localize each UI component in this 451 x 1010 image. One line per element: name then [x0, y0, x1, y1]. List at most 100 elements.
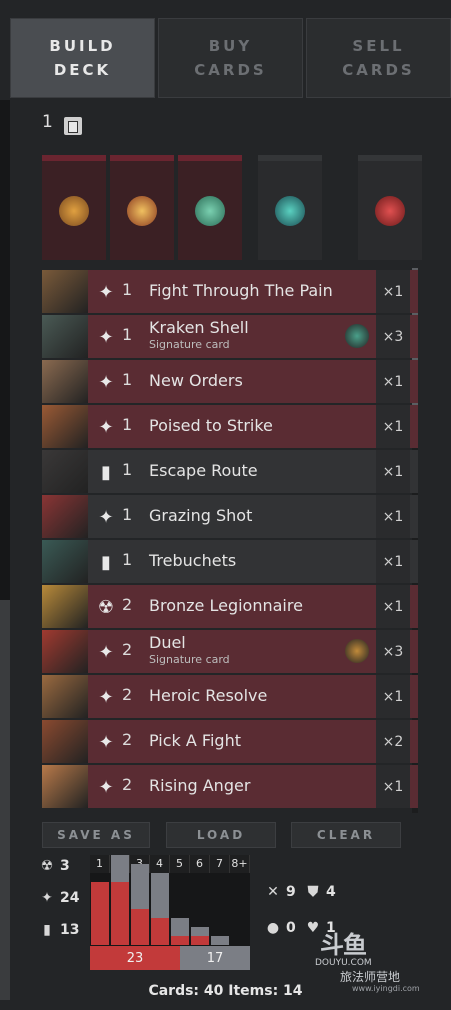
- spell-icon: ✦: [98, 686, 114, 708]
- hero-slot-1[interactable]: [42, 155, 106, 260]
- shield-icon: ⛊: [307, 884, 319, 900]
- spell-icon: ✦: [98, 416, 114, 438]
- card-art-thumbnail: [42, 405, 88, 448]
- curve-cost-label: 5: [170, 855, 190, 873]
- tab-buy-cards[interactable]: BUY CARDS: [158, 18, 303, 98]
- curve-cost-label: 7: [210, 855, 230, 873]
- card-cost: 1: [122, 460, 133, 479]
- card-name: Trebuchets: [149, 551, 237, 570]
- card-quantity: ×3: [376, 315, 410, 358]
- curve-cost-label: 6: [190, 855, 210, 873]
- card-name: Kraken Shell: [149, 318, 249, 337]
- card-art-thumbnail: [42, 540, 88, 583]
- card-cost: 1: [122, 550, 133, 569]
- mana-curve: 12345678+2317: [90, 855, 250, 970]
- deck-tabs: BUILD DECK BUY CARDS SELL CARDS: [10, 18, 451, 98]
- card-name: Duel: [149, 633, 186, 652]
- card-row[interactable]: ✦ 1 Grazing Shot ×1: [42, 495, 418, 538]
- card-quantity: ×1: [376, 405, 410, 448]
- save-as-button[interactable]: SAVE AS: [42, 822, 150, 848]
- card-art-thumbnail: [42, 315, 88, 358]
- curve-bar-grey: [151, 873, 169, 918]
- card-name: Rising Anger: [149, 776, 251, 795]
- improvement-icon: ▮: [101, 461, 111, 483]
- spell-icon: ✦: [98, 281, 114, 303]
- card-cost: 2: [122, 640, 133, 659]
- card-cost: 1: [122, 505, 133, 524]
- curve-bar-grey: [111, 855, 129, 882]
- hero-slot-3[interactable]: [178, 155, 242, 260]
- spell-icon: ✦: [41, 890, 53, 906]
- douyu-watermark-text: DOUYU.COM: [315, 958, 372, 968]
- item-consumable-value: 0: [286, 920, 296, 936]
- hero-slot-5[interactable]: [358, 155, 422, 260]
- tab-sell-cards[interactable]: SELL CARDS: [306, 18, 451, 98]
- hero-slot-2[interactable]: [110, 155, 174, 260]
- item-weapon-count: ✕ 9: [266, 884, 296, 900]
- creep-icon: ☢: [97, 596, 115, 618]
- card-cost: 2: [122, 775, 133, 794]
- curve-bar-red: [171, 936, 189, 945]
- card-quantity: ×1: [376, 360, 410, 403]
- card-list: ✦ 1 Fight Through The Pain ×1 ✦ 1 Kraken Shell…: [42, 270, 418, 812]
- spell-count: ✦ 24: [40, 890, 79, 906]
- card-row[interactable]: ✦ 2 Duel Signature card ×3: [42, 630, 418, 673]
- card-cost: 2: [122, 595, 133, 614]
- spell-count-value: 24: [60, 890, 80, 906]
- card-name: Heroic Resolve: [149, 686, 268, 705]
- drop-icon: ●: [266, 920, 280, 936]
- card-cost: 1: [122, 415, 133, 434]
- card-quantity: ×1: [376, 270, 410, 313]
- card-row[interactable]: ✦ 1 Kraken Shell Signature card ×3: [42, 315, 418, 358]
- left-scrollbar[interactable]: [0, 600, 10, 1000]
- load-button[interactable]: LOAD: [166, 822, 276, 848]
- tab-build-deck[interactable]: BUILD DECK: [10, 18, 155, 98]
- card-row[interactable]: ✦ 1 New Orders ×1: [42, 360, 418, 403]
- card-art-thumbnail: [42, 360, 88, 403]
- card-quantity: ×1: [376, 585, 410, 628]
- card-name: Grazing Shot: [149, 506, 253, 525]
- card-row[interactable]: ✦ 2 Rising Anger ×1: [42, 765, 418, 808]
- improvement-count-value: 13: [60, 922, 80, 938]
- creep-icon: ☢: [40, 858, 54, 874]
- hero-slot-4[interactable]: [258, 155, 322, 260]
- card-row[interactable]: ✦ 2 Pick A Fight ×2: [42, 720, 418, 763]
- card-row[interactable]: ☢ 2 Bronze Legionnaire ×1: [42, 585, 418, 628]
- curve-red-total: 23: [90, 946, 180, 970]
- curve-cost-label: 4: [150, 855, 170, 873]
- improvement-count: ▮ 13: [40, 922, 79, 938]
- card-row-background: [88, 360, 418, 403]
- card-row[interactable]: ✦ 1 Fight Through The Pain ×1: [42, 270, 418, 313]
- item-weapon-value: 9: [286, 884, 296, 900]
- card-art-thumbnail: [42, 765, 88, 808]
- signature-label: Signature card: [149, 338, 230, 351]
- card-row-background: [88, 495, 418, 538]
- cross-icon: ✕: [267, 884, 279, 900]
- spell-icon: ✦: [98, 776, 114, 798]
- spell-icon: ✦: [98, 371, 114, 393]
- heart-icon: ♥: [306, 920, 320, 936]
- card-name: Escape Route: [149, 461, 258, 480]
- card-row[interactable]: ✦ 2 Heroic Resolve ×1: [42, 675, 418, 718]
- card-art-thumbnail: [42, 450, 88, 493]
- item-armor-count: ⛊ 4: [306, 884, 336, 900]
- curve-bar-red: [151, 918, 169, 945]
- spell-icon: ✦: [98, 641, 114, 663]
- card-row[interactable]: ✦ 1 Poised to Strike ×1: [42, 405, 418, 448]
- card-cost: 1: [122, 370, 133, 389]
- card-row[interactable]: ▮ 1 Trebuchets ×1: [42, 540, 418, 583]
- creep-count-value: 3: [60, 858, 70, 874]
- curve-bar-grey: [131, 864, 149, 909]
- card-name: Pick A Fight: [149, 731, 241, 750]
- card-row-background: [88, 765, 418, 808]
- card-name: Poised to Strike: [149, 416, 273, 435]
- spell-icon: ✦: [98, 326, 114, 348]
- card-row[interactable]: ▮ 1 Escape Route ×1: [42, 450, 418, 493]
- curve-cost-label: 8+: [230, 855, 250, 873]
- signature-hero-icon: [345, 639, 369, 663]
- curve-bar-grey: [191, 927, 209, 936]
- clear-button[interactable]: CLEAR: [291, 822, 401, 848]
- card-cost: 2: [122, 685, 133, 704]
- hero-portrait-icon: [195, 195, 225, 226]
- improvement-icon: ▮: [101, 551, 111, 573]
